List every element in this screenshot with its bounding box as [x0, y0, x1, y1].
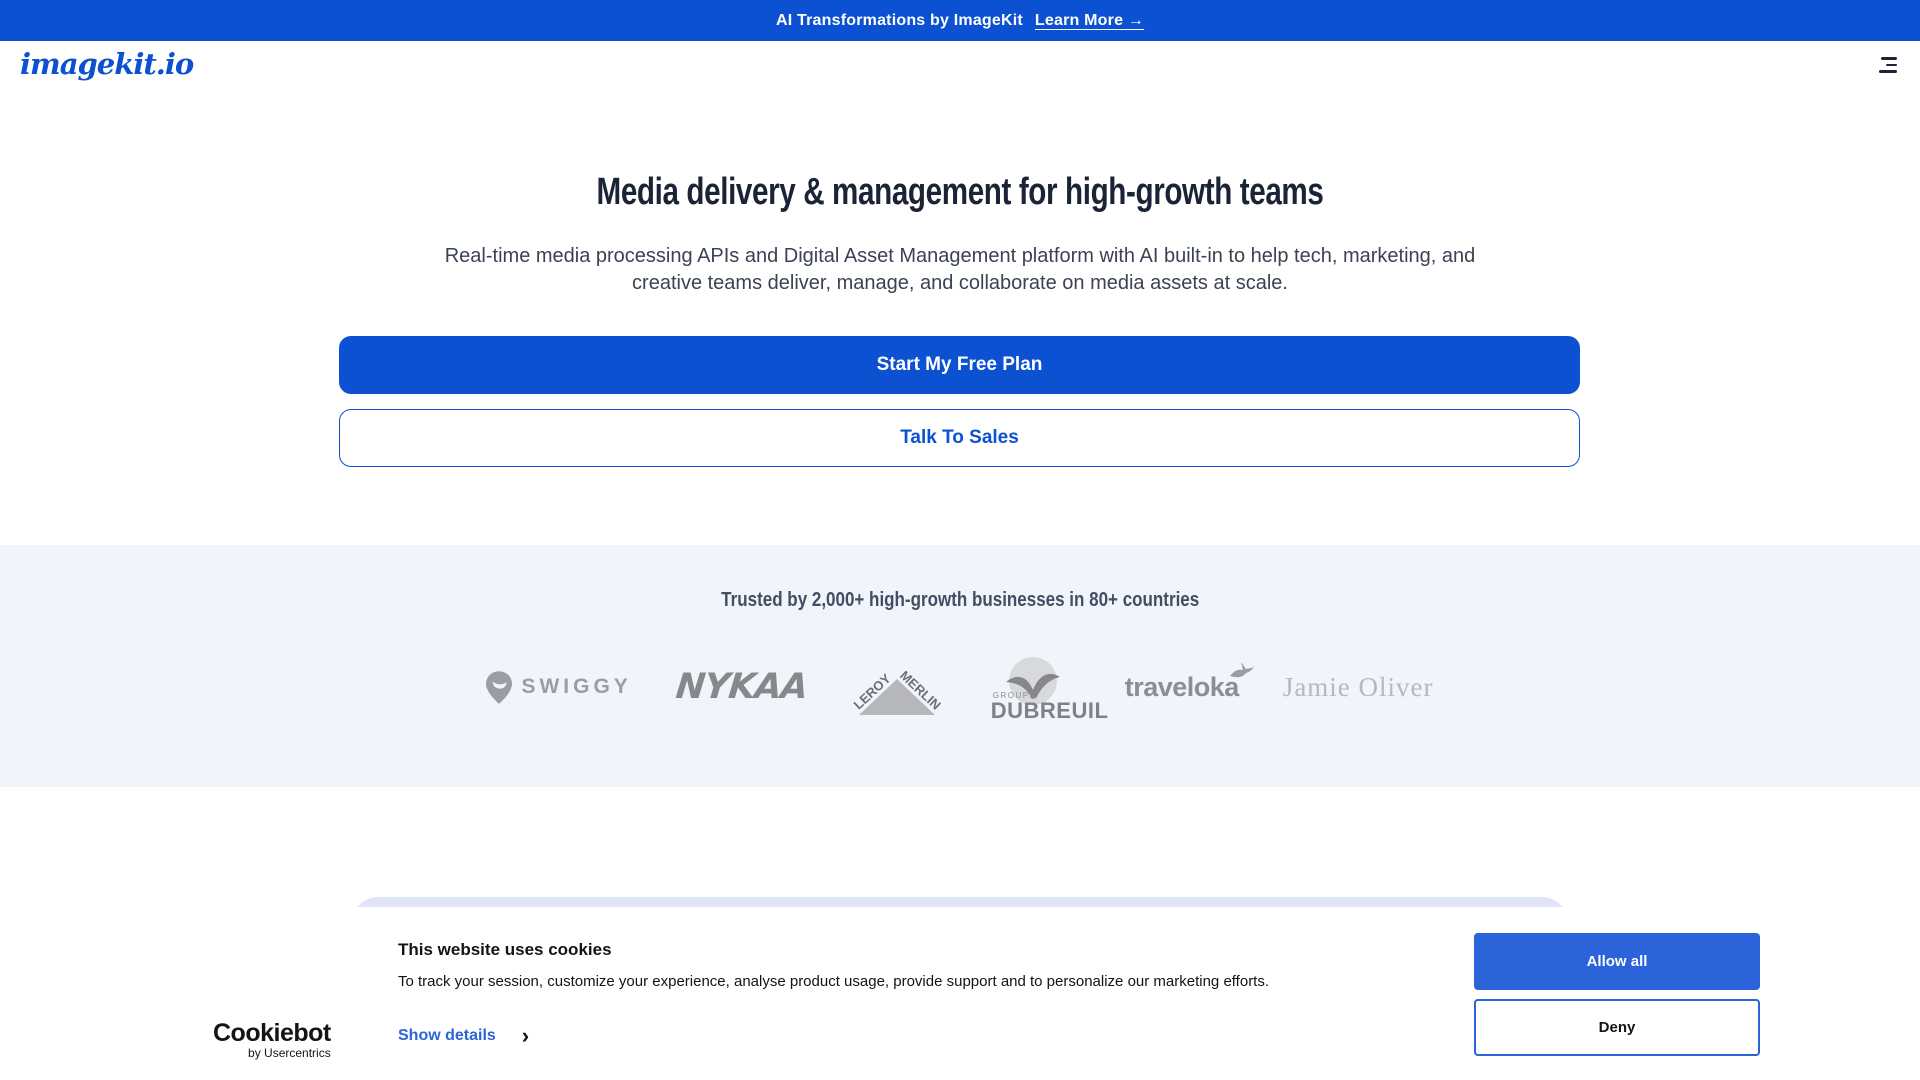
dubreuil-wordmark: DUBREUIL [991, 698, 1109, 724]
start-free-plan-button[interactable]: Start My Free Plan [339, 336, 1580, 394]
leroy-merlin-triangle-icon: LEROY MERLIN [851, 653, 941, 721]
traveloka-logo: traveloka [1125, 672, 1239, 703]
swiggy-logo: SWIGGY [486, 671, 631, 704]
promo-banner-text: AI Transformations by ImageKit [776, 12, 1023, 30]
hero-subtitle: Real-time media processing APIs and Digi… [440, 243, 1480, 297]
hamburger-line [1881, 57, 1897, 60]
allow-all-button[interactable]: Allow all [1474, 933, 1760, 990]
deny-button[interactable]: Deny [1474, 999, 1760, 1056]
nykaa-logo: NYKAA [676, 667, 807, 707]
hamburger-menu-icon[interactable] [1879, 57, 1897, 73]
site-header: imagekit.io [0, 41, 1920, 97]
swiggy-pin-icon [486, 671, 512, 704]
traveloka-wordmark: traveloka [1125, 672, 1239, 703]
trusted-section: Trusted by 2,000+ high-growth businesses… [0, 545, 1920, 787]
talk-to-sales-button[interactable]: Talk To Sales [339, 409, 1580, 467]
nykaa-wordmark: NYKAA [674, 667, 809, 707]
promo-banner: AI Transformations by ImageKit Learn Mor… [0, 0, 1920, 41]
traveloka-bird-icon [1229, 660, 1255, 680]
hamburger-line [1879, 70, 1897, 73]
learn-more-link[interactable]: Learn More → [1035, 12, 1144, 30]
trusted-heading: Trusted by 2,000+ high-growth businesses… [721, 589, 1199, 612]
swiggy-wordmark: SWIGGY [521, 675, 631, 699]
cookie-description: To track your session, customize your ex… [398, 973, 1269, 990]
show-details-link[interactable]: Show details [398, 1027, 496, 1045]
imagekit-logo[interactable]: imagekit.io [20, 47, 193, 81]
jamie-oliver-wordmark: Jamie Oliver [1283, 672, 1434, 703]
hero-section: Media delivery & management for high-gro… [0, 170, 1920, 214]
cookie-consent-banner: Cookiebot by Usercentrics This website u… [0, 907, 1920, 1080]
leroy-merlin-logo: LEROY MERLIN [851, 653, 941, 721]
groupe-dubreuil-logo: GROUPE DUBREUIL [985, 655, 1081, 719]
cookie-title: This website uses cookies [398, 940, 612, 960]
hamburger-line [1886, 64, 1897, 67]
jamie-oliver-logo: Jamie Oliver [1283, 672, 1434, 703]
chevron-right-icon[interactable]: › [522, 1028, 529, 1044]
show-details-row: Show details › [398, 1027, 529, 1045]
partner-logo-row: SWIGGY NYKAA LEROY MERLIN GROUPE DUBREUI… [0, 653, 1920, 721]
cookiebot-name: Cookiebot [213, 1020, 331, 1046]
hero-title: Media delivery & management for high-gro… [597, 170, 1324, 214]
cookiebot-logo[interactable]: Cookiebot by Usercentrics [213, 1020, 331, 1060]
cookiebot-byline: by Usercentrics [213, 1046, 331, 1060]
